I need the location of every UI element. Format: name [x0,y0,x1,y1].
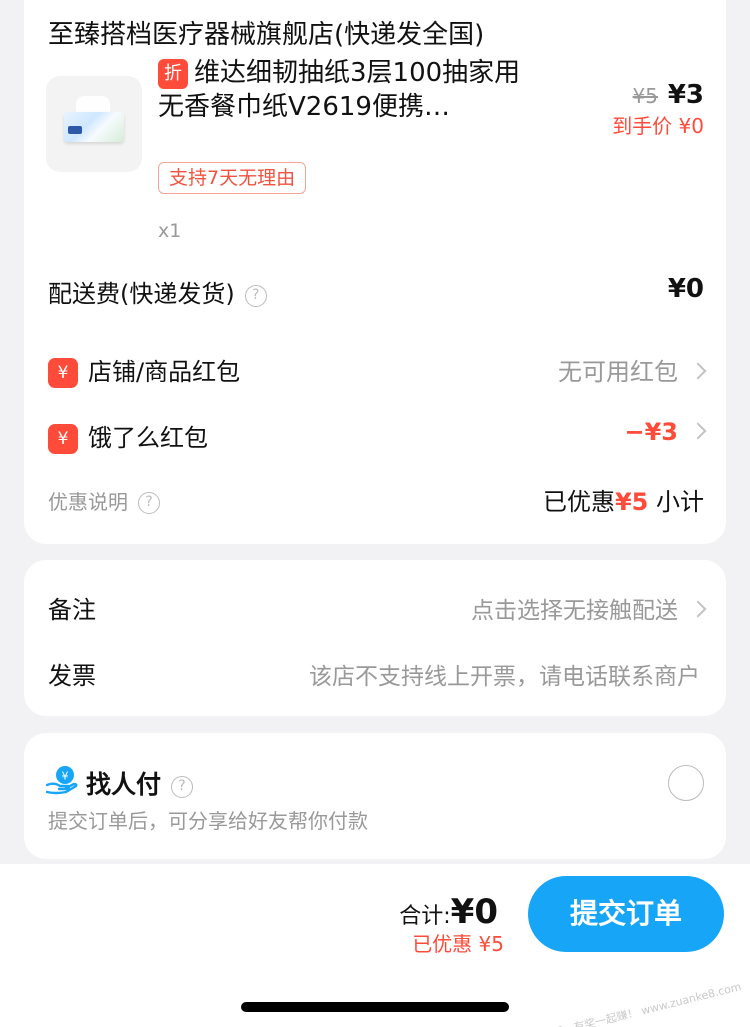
product-title[interactable]: 折维达细韧抽纸3层100抽家用无香餐巾纸V2619便携… [158,56,538,124]
total-value: ¥0 [450,892,498,932]
product-thumbnail[interactable] [46,76,142,172]
order-card: 至臻搭档医疗器械旗舰店(快递发全国) 折维达细韧抽纸3层100抽家用无香餐巾纸V… [24,0,726,544]
checkout-bar: 合计:¥0 已优惠 ¥5 提交订单 赚客吧，有奖一起赚！ www.zuanke8… [0,864,750,1027]
red-packet-icon: ¥ [48,424,78,454]
shop-name[interactable]: 至臻搭档医疗器械旗舰店(快递发全国) [48,14,484,51]
ele-coupon-value: −¥3 [624,418,678,446]
delivery-fee-value: ¥0 [667,274,704,304]
ele-coupon-value-row[interactable]: −¥3 [624,418,707,446]
chevron-right-icon [689,362,707,380]
shop-coupon-label: 店铺/商品红包 [88,358,241,386]
shop-coupon-value-row[interactable]: 无可用红包 [558,352,707,387]
chevron-right-icon [689,600,707,618]
ele-coupon-label: 饿了么红包 [88,424,208,452]
red-packet-icon: ¥ [48,358,78,388]
product-title-text: 维达细韧抽纸3层100抽家用无香餐巾纸V2619便携… [158,58,521,122]
pay-for-me-title-row: 找人付? [86,765,194,801]
pay-for-me-title: 找人付 [86,770,162,799]
svg-text:¥: ¥ [62,770,69,783]
invoice-value: 该店不支持线上开票，请电话联系商户 [309,664,700,690]
discount-explain-label: 优惠说明 [48,490,128,514]
subtotal-row: 已优惠¥5 小计 [543,482,704,517]
subtotal-label: 小计 [656,488,704,516]
home-indicator[interactable] [241,1002,509,1012]
help-icon[interactable]: ? [171,776,194,798]
shop-coupon-value: 无可用红包 [558,358,678,386]
total-label: 合计: [399,904,451,929]
remarks-label: 备注 [48,596,96,624]
saved-prefix: 已优惠 [542,488,615,516]
hand-pay-icon: ¥ [46,766,78,795]
pay-for-me-subtitle: 提交订单后，可分享给好友帮你付款 [48,809,368,833]
chevron-right-icon [689,422,707,440]
discount-badge: 折 [158,59,188,89]
submit-order-button[interactable]: 提交订单 [528,876,724,952]
tissue-box-image [64,112,124,142]
discount-explain-row[interactable]: 优惠说明? [48,486,160,515]
ele-coupon-row[interactable]: ¥ 饿了么红包 [48,418,208,454]
current-price: ¥3 [667,80,704,110]
pay-for-me-radio[interactable] [668,765,704,801]
original-price: ¥5 [632,84,658,108]
watermark: 赚客吧，有奖一起赚！ www.zuanke8.com [529,980,743,1027]
delivery-fee-label: 配送费(快递发货) [48,280,235,308]
pay-for-me-card[interactable]: ¥ 找人付? 提交订单后，可分享给好友帮你付款 [24,733,726,859]
delivery-fee-row: 配送费(快递发货)? [48,274,267,309]
return-policy-tag: 支持7天无理由 [158,162,307,194]
invoice-label: 发票 [48,662,96,690]
total-discount: 已优惠 ¥5 [412,932,504,956]
help-icon[interactable]: ? [138,492,160,514]
remarks-invoice-card: 备注 点击选择无接触配送 发票 该店不支持线上开票，请电话联系商户 [24,560,726,716]
shop-coupon-row[interactable]: ¥ 店铺/商品红包 [48,352,240,388]
saved-amount: ¥5 [614,488,649,516]
total-row: 合计:¥0 [399,892,498,932]
remarks-row[interactable]: 点击选择无接触配送 [471,591,707,625]
final-price: 到手价 ¥0 [612,114,704,138]
help-icon[interactable]: ? [244,285,267,307]
remarks-value: 点击选择无接触配送 [471,598,678,624]
quantity: x1 [158,220,182,242]
